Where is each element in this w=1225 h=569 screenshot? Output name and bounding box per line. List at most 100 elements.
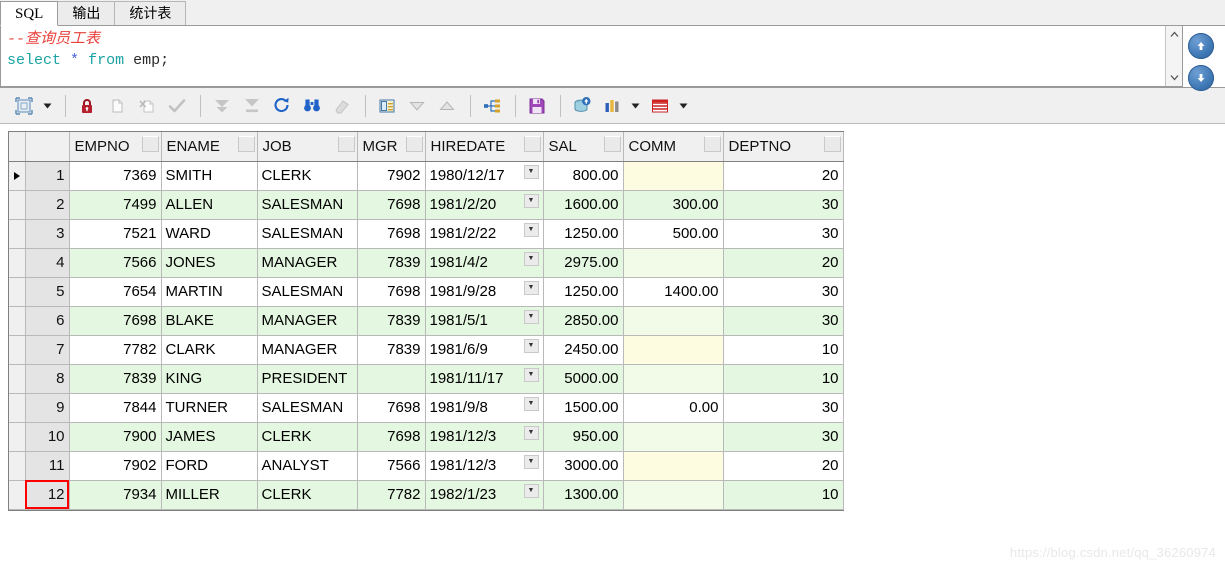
view-master-detail-button[interactable] [478,92,506,120]
cell-sal[interactable]: 1250.00 [543,277,624,307]
scroll-down-arrow-icon[interactable] [1166,69,1183,86]
row-marker-cell[interactable] [9,335,26,365]
column-header-mgr[interactable]: MGR [357,132,426,162]
cell-deptno[interactable]: 10 [723,335,844,365]
column-header-hiredate[interactable]: HIREDATE [425,132,544,162]
date-picker-dropdown-icon[interactable]: ▼ [523,367,539,382]
grid-corner-cell[interactable] [9,132,26,162]
cell-hiredate[interactable]: 1981/9/8 ▼ [425,393,544,423]
table-row[interactable]: 3 7521 WARD SALESMAN 7698 1981/2/22 ▼ 1250.00 50… [9,219,844,249]
cell-hiredate[interactable]: 1981/12/3 ▼ [425,422,544,452]
cell-job[interactable]: CLERK [257,161,358,191]
date-picker-dropdown-icon[interactable]: ▼ [523,396,539,411]
cell-mgr[interactable]: 7698 [357,219,426,249]
row-number-cell[interactable]: 7 [25,335,70,365]
row-marker-cell[interactable] [9,306,26,336]
cell-deptno[interactable]: 30 [723,219,844,249]
lock-button[interactable] [73,92,101,120]
row-number-cell[interactable]: 3 [25,219,70,249]
table-row[interactable]: 11 7902 FORD ANALYST 7566 1981/12/3 ▼ 3000.00 20 [9,451,844,481]
find-button[interactable] [298,92,326,120]
cell-job[interactable]: CLERK [257,480,358,510]
clear-filter-button[interactable] [328,92,356,120]
cell-job[interactable]: SALESMAN [257,393,358,423]
cell-comm[interactable] [623,335,724,365]
move-up-button[interactable] [433,92,461,120]
cell-sal[interactable]: 3000.00 [543,451,624,481]
cell-job[interactable]: CLERK [257,422,358,452]
chart-button[interactable] [598,92,626,120]
cell-hiredate[interactable]: 1982/1/23 ▼ [425,480,544,510]
table-row[interactable]: 1 7369 SMITH CLERK 7902 1980/12/17 ▼ 800.00 20 [9,161,844,191]
column-header-comm[interactable]: COMM [623,132,724,162]
cell-mgr[interactable]: 7698 [357,277,426,307]
cell-deptno[interactable]: 10 [723,480,844,510]
row-number-cell[interactable]: 6 [25,306,70,336]
row-number-cell[interactable]: 10 [25,422,70,452]
cell-empno[interactable]: 7844 [69,393,162,423]
row-marker-cell[interactable] [9,190,26,220]
cell-empno[interactable]: 7566 [69,248,162,278]
date-picker-dropdown-icon[interactable]: ▼ [523,338,539,353]
cell-hiredate[interactable]: 1981/5/1 ▼ [425,306,544,336]
table-row[interactable]: 2 7499 ALLEN SALESMAN 7698 1981/2/20 ▼ 1600.00 3… [9,190,844,220]
cell-sal[interactable]: 2975.00 [543,248,624,278]
cell-empno[interactable]: 7698 [69,306,162,336]
cell-hiredate[interactable]: 1981/6/9 ▼ [425,335,544,365]
column-filter-button[interactable] [823,136,841,152]
cell-comm[interactable] [623,364,724,394]
cell-empno[interactable]: 7900 [69,422,162,452]
row-number-cell[interactable]: 1 [25,161,70,191]
cell-ename[interactable]: JAMES [161,422,258,452]
column-filter-button[interactable] [703,136,721,152]
cell-deptno[interactable]: 10 [723,364,844,394]
cell-hiredate[interactable]: 1981/2/20 ▼ [425,190,544,220]
cell-sal[interactable]: 5000.00 [543,364,624,394]
cell-empno[interactable]: 7499 [69,190,162,220]
cell-mgr[interactable]: 7698 [357,422,426,452]
export-save-button[interactable] [523,92,551,120]
column-header-ename[interactable]: ENAME [161,132,258,162]
table-button[interactable] [646,92,674,120]
table-row[interactable]: 12 7934 MILLER CLERK 7782 1982/1/23 ▼ 1300.00 10 [9,480,844,510]
date-picker-dropdown-icon[interactable]: ▼ [523,454,539,469]
cell-comm[interactable]: 500.00 [623,219,724,249]
sql-editor-panel[interactable]: --查询员工表 select * from emp; [0,26,1183,87]
column-header-empno[interactable]: EMPNO [69,132,162,162]
single-record-view-button[interactable] [373,92,401,120]
cell-sal[interactable]: 1600.00 [543,190,624,220]
column-filter-button[interactable] [141,136,159,152]
date-picker-dropdown-icon[interactable]: ▼ [523,309,539,324]
column-filter-button[interactable] [405,136,423,152]
cell-mgr[interactable]: 7566 [357,451,426,481]
row-number-cell[interactable]: 8 [25,364,70,394]
row-number-cell[interactable]: 11 [25,451,70,481]
cell-sal[interactable]: 950.00 [543,422,624,452]
cell-ename[interactable]: CLARK [161,335,258,365]
table-row[interactable]: 5 7654 MARTIN SALESMAN 7698 1981/9/28 ▼ 1250.00… [9,277,844,307]
cell-comm[interactable] [623,306,724,336]
chart-dropdown[interactable] [628,92,642,120]
row-marker-cell[interactable] [9,364,26,394]
column-header-deptno[interactable]: DEPTNO [723,132,844,162]
grid-mode-button[interactable] [10,92,38,120]
cell-deptno[interactable]: 30 [723,190,844,220]
cell-deptno[interactable]: 20 [723,248,844,278]
date-picker-dropdown-icon[interactable]: ▼ [523,280,539,295]
cell-comm[interactable]: 300.00 [623,190,724,220]
cell-ename[interactable]: SMITH [161,161,258,191]
cell-comm[interactable] [623,480,724,510]
cell-mgr[interactable]: 7698 [357,190,426,220]
move-down-button[interactable] [403,92,431,120]
column-header-sal[interactable]: SAL [543,132,624,162]
cell-ename[interactable]: WARD [161,219,258,249]
cell-job[interactable]: MANAGER [257,335,358,365]
cell-empno[interactable]: 7654 [69,277,162,307]
cell-job[interactable]: SALESMAN [257,190,358,220]
cell-deptno[interactable]: 30 [723,277,844,307]
cell-comm[interactable] [623,422,724,452]
cell-job[interactable]: PRESIDENT [257,364,358,394]
cell-ename[interactable]: ALLEN [161,190,258,220]
table-row[interactable]: 4 7566 JONES MANAGER 7839 1981/4/2 ▼ 2975.00 20 [9,248,844,278]
column-filter-button[interactable] [337,136,355,152]
